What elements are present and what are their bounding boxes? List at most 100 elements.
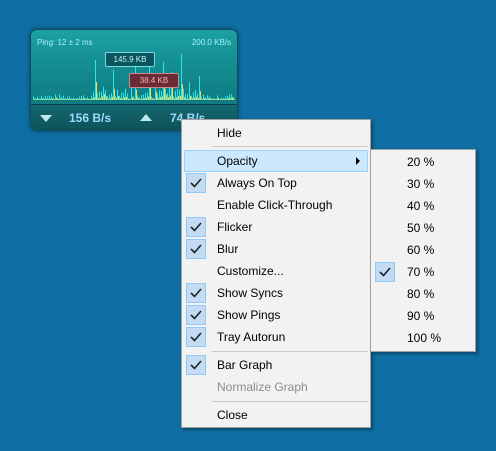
peak-download-label: 145.9 KB [105, 52, 155, 67]
opacity-option-70[interactable]: 70 % [373, 261, 473, 283]
upload-bar [146, 97, 147, 100]
check-icon [186, 305, 206, 325]
upload-bar [134, 98, 135, 100]
download-bar [43, 97, 44, 100]
download-bar [113, 70, 114, 100]
upload-bar [50, 98, 51, 100]
menu-item-customize[interactable]: Customize... [184, 260, 368, 282]
menu-item-label: Normalize Graph [217, 380, 308, 394]
opacity-option-100[interactable]: 100 % [373, 327, 473, 349]
download-bar [189, 82, 190, 100]
upload-bar [144, 98, 145, 100]
opacity-option-label: 50 % [407, 221, 435, 235]
upload-bar [80, 99, 81, 100]
opacity-option-label: 70 % [407, 265, 435, 279]
menu-item-hide[interactable]: Hide [184, 122, 368, 144]
download-bar [123, 92, 124, 100]
download-bar [75, 98, 76, 100]
check-icon [375, 262, 395, 282]
menu-item-label: Blur [217, 242, 239, 256]
upload-bar [202, 99, 203, 100]
opacity-option-90[interactable]: 90 % [373, 305, 473, 327]
download-bar [143, 94, 144, 100]
upload-bar [106, 96, 107, 100]
upload-bar [188, 98, 189, 100]
menu-item-always-on-top[interactable]: Always On Top [184, 172, 368, 194]
download-bar [83, 95, 84, 100]
download-bar [207, 95, 208, 100]
download-bar [105, 90, 106, 100]
opacity-option-40[interactable]: 40 % [373, 195, 473, 217]
upload-bar [210, 98, 211, 100]
upload-bar [224, 99, 225, 100]
download-bar [87, 96, 88, 100]
menu-item-opacity[interactable]: Opacity [184, 150, 368, 172]
upload-bar [62, 98, 63, 100]
menu-item-flicker[interactable]: Flicker [184, 216, 368, 238]
upload-bar [176, 97, 177, 100]
download-bar [111, 93, 112, 100]
menu-item-label: Show Syncs [217, 286, 284, 300]
upload-bar [166, 94, 167, 100]
opacity-option-60[interactable]: 60 % [373, 239, 473, 261]
menu-item-label: Show Pings [217, 308, 281, 322]
menu-item-close[interactable]: Close [184, 404, 368, 426]
download-bar [59, 94, 60, 100]
graph-max-rate: 200.0 KB/s [191, 38, 231, 47]
upload-bar [228, 98, 229, 100]
download-bar [85, 98, 86, 100]
download-bar [97, 93, 98, 100]
opacity-option-label: 60 % [407, 243, 435, 257]
download-bar [103, 86, 104, 100]
download-bar [209, 96, 210, 100]
upload-bar [36, 99, 37, 100]
upload-bar [234, 99, 235, 100]
upload-bar [58, 99, 59, 100]
menu-item-enable-click-through[interactable]: Enable Click-Through [184, 194, 368, 216]
menu-item-label: Flicker [217, 220, 253, 234]
upload-bar [218, 97, 219, 100]
opacity-option-80[interactable]: 80 % [373, 283, 473, 305]
opacity-option-20[interactable]: 20 % [373, 151, 473, 173]
upload-bar [132, 97, 133, 100]
upload-bar [90, 99, 91, 100]
download-bar [183, 88, 184, 100]
upload-bar [184, 97, 185, 100]
download-bar [177, 88, 178, 100]
menu-item-tray-autorun[interactable]: Tray Autorun [184, 326, 368, 348]
download-bar [101, 91, 102, 100]
upload-bar [190, 96, 191, 100]
download-rate: 156 B/s [69, 111, 112, 125]
upload-bar [182, 84, 183, 100]
upload-bar [84, 98, 85, 100]
menu-item-blur[interactable]: Blur [184, 238, 368, 260]
opacity-option-label: 40 % [407, 199, 435, 213]
menu-item-label: Bar Graph [217, 358, 273, 372]
menu-item-bar-graph[interactable]: Bar Graph [184, 354, 368, 376]
download-bar [145, 92, 146, 100]
opacity-option-50[interactable]: 50 % [373, 217, 473, 239]
upload-bar [212, 99, 213, 100]
upload-bar [82, 98, 83, 100]
download-bar [67, 96, 68, 100]
upload-bar [194, 97, 195, 100]
download-bar [95, 60, 96, 100]
upload-bar [170, 95, 171, 100]
download-bar [229, 94, 230, 100]
download-bar [141, 95, 142, 100]
upload-arrow-icon [140, 114, 152, 121]
upload-bar [52, 98, 53, 100]
download-bar [157, 93, 158, 100]
upload-bar [158, 97, 159, 100]
menu-item-show-pings[interactable]: Show Pings [184, 304, 368, 326]
download-bar [179, 89, 180, 100]
opacity-option-label: 30 % [407, 177, 435, 191]
opacity-option-label: 80 % [407, 287, 435, 301]
download-bar [131, 88, 132, 100]
download-bar [115, 96, 116, 100]
upload-bar [44, 98, 45, 100]
network-meter-widget[interactable]: Ping: 12 ± 2 ms 200.0 KB/s 145.9 KB 38.4… [30, 29, 238, 131]
opacity-option-30[interactable]: 30 % [373, 173, 473, 195]
download-bar [211, 98, 212, 100]
menu-item-show-syncs[interactable]: Show Syncs [184, 282, 368, 304]
